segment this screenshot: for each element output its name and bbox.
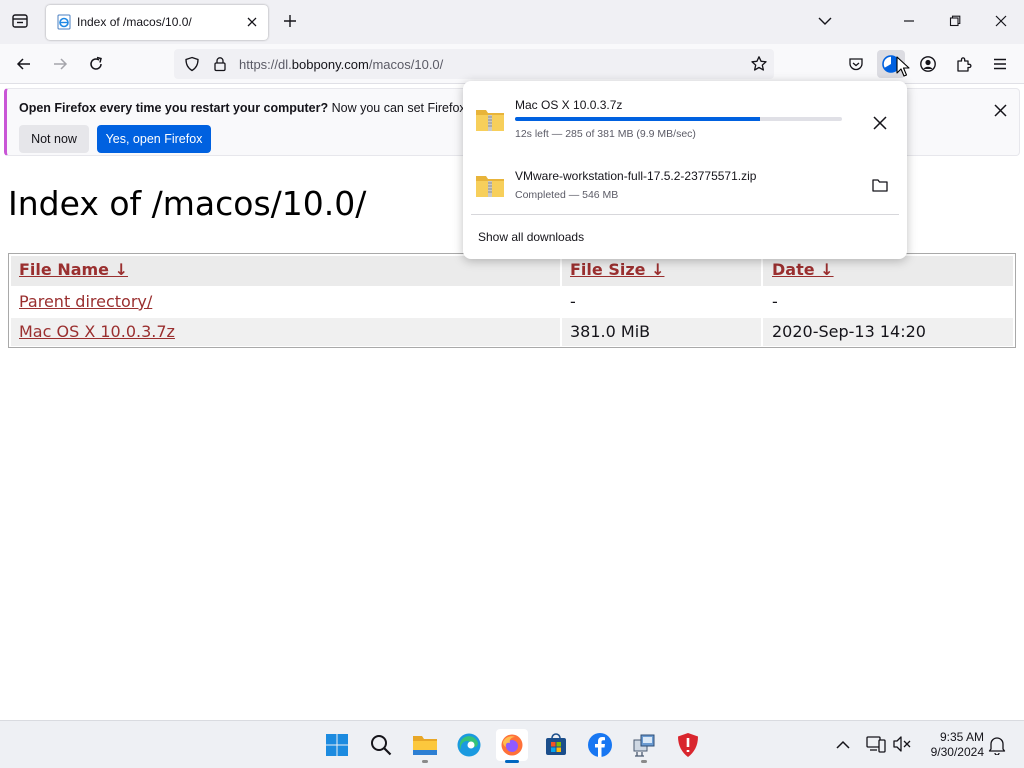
back-icon[interactable] — [10, 50, 38, 78]
forward-icon[interactable] — [46, 50, 74, 78]
clock-time: 9:35 AM — [939, 730, 984, 744]
table-row-size: 381.0 MiB — [570, 322, 651, 341]
folder-icon[interactable] — [868, 173, 892, 197]
downloads-panel: Mac OS X 10.0.3.7z 12s left — 285 of 381… — [463, 81, 907, 259]
sort-by-date-link[interactable]: Date ↓ — [772, 260, 834, 279]
lock-icon[interactable] — [212, 56, 228, 77]
firefox-view-icon[interactable] — [7, 8, 33, 34]
column-header-file-size: File Size ↓ — [570, 260, 664, 279]
clock-date: 9/30/2024 — [930, 745, 984, 759]
new-tab-icon[interactable] — [277, 8, 303, 34]
account-icon[interactable] — [914, 50, 942, 78]
download-status: 12s left — 285 of 381 MB (9.9 MB/sec) — [515, 128, 696, 140]
download-filename: Mac OS X 10.0.3.7z — [515, 98, 623, 112]
column-header-file-name: File Name ↓ — [19, 260, 128, 279]
table-row-date: - — [772, 292, 778, 311]
panel-separator — [471, 214, 899, 215]
list-tabs-chevron-icon[interactable] — [812, 8, 838, 34]
start-icon[interactable] — [321, 729, 353, 761]
download-filename: VMware-workstation-full-17.5.2-23775571.… — [515, 169, 757, 183]
pocket-icon[interactable] — [842, 50, 870, 78]
download-item[interactable]: Mac OS X 10.0.3.7z 12s left — 285 of 381… — [463, 81, 907, 149]
reload-icon[interactable] — [82, 50, 110, 78]
minimize-icon[interactable] — [896, 8, 922, 34]
notification-bell-icon[interactable] — [988, 735, 1006, 760]
notification-message: Open Firefox every time you restart your… — [19, 101, 491, 115]
file-link[interactable]: Mac OS X 10.0.3.7z — [19, 322, 175, 341]
device-icon[interactable] — [866, 735, 886, 758]
page-title: Index of /macos/10.0/ — [8, 184, 367, 223]
restore-icon[interactable] — [942, 8, 968, 34]
security-app-icon[interactable] — [672, 729, 704, 761]
table-row-name: Mac OS X 10.0.3.7z — [19, 322, 175, 341]
close-notification-icon[interactable] — [989, 99, 1011, 121]
show-all-downloads-button[interactable]: Show all downloads — [478, 230, 584, 244]
active-tab[interactable]: Index of /macos/10.0/ — [46, 5, 268, 40]
yes-open-firefox-button[interactable]: Yes, open Firefox — [97, 125, 211, 153]
file-listing-table: File Name ↓ File Size ↓ Date ↓ Parent di… — [8, 253, 1016, 348]
download-status: Completed — 546 MB — [515, 189, 619, 201]
sort-by-name-link[interactable]: File Name ↓ — [19, 260, 128, 279]
facebook-icon[interactable] — [584, 729, 616, 761]
zip-folder-icon — [475, 105, 505, 133]
firefox-icon[interactable] — [496, 729, 528, 763]
sort-by-size-link[interactable]: File Size ↓ — [570, 260, 664, 279]
store-icon[interactable] — [540, 729, 572, 761]
address-bar[interactable]: https://dl.bobpony.com/macos/10.0/ — [174, 49, 774, 79]
search-icon[interactable] — [365, 729, 397, 761]
download-progress-bar — [515, 117, 842, 121]
ie-page-icon — [56, 14, 72, 30]
cancel-download-icon[interactable] — [868, 111, 892, 135]
column-header-date: Date ↓ — [772, 260, 834, 279]
mouse-cursor-icon — [896, 56, 910, 83]
download-progress-fill — [515, 117, 760, 121]
running-indicator — [422, 760, 428, 763]
tab-strip: Index of /macos/10.0/ — [0, 0, 1024, 44]
table-row-name: Parent directory/ — [19, 292, 152, 311]
table-row-date: 2020-Sep-13 14:20 — [772, 322, 926, 341]
shield-icon[interactable] — [184, 56, 200, 77]
tab-title: Index of /macos/10.0/ — [77, 15, 192, 29]
navigation-toolbar: https://dl.bobpony.com/macos/10.0/ — [0, 44, 1024, 84]
star-icon[interactable] — [750, 55, 768, 78]
windows-taskbar: 9:35 AM 9/30/2024 — [0, 720, 1024, 768]
parent-directory-link[interactable]: Parent directory/ — [19, 292, 152, 311]
volume-muted-icon[interactable] — [892, 735, 912, 758]
running-indicator — [641, 760, 647, 763]
download-item[interactable]: VMware-workstation-full-17.5.2-23775571.… — [463, 153, 907, 211]
edge-icon[interactable] — [453, 729, 485, 761]
menu-icon[interactable] — [986, 50, 1014, 78]
network-app-icon[interactable] — [628, 729, 660, 763]
not-now-button[interactable]: Not now — [19, 125, 89, 153]
close-tab-icon[interactable] — [244, 14, 260, 30]
system-clock[interactable]: 9:35 AM 9/30/2024 — [918, 730, 984, 760]
show-hidden-icons-chevron-icon[interactable] — [836, 737, 850, 755]
extensions-icon[interactable] — [950, 50, 978, 78]
zip-folder-icon — [475, 171, 505, 199]
url-text[interactable]: https://dl.bobpony.com/macos/10.0/ — [239, 57, 443, 72]
close-window-icon[interactable] — [988, 8, 1014, 34]
file-explorer-icon[interactable] — [409, 729, 441, 763]
active-indicator — [505, 760, 519, 763]
table-row-size: - — [570, 292, 576, 311]
